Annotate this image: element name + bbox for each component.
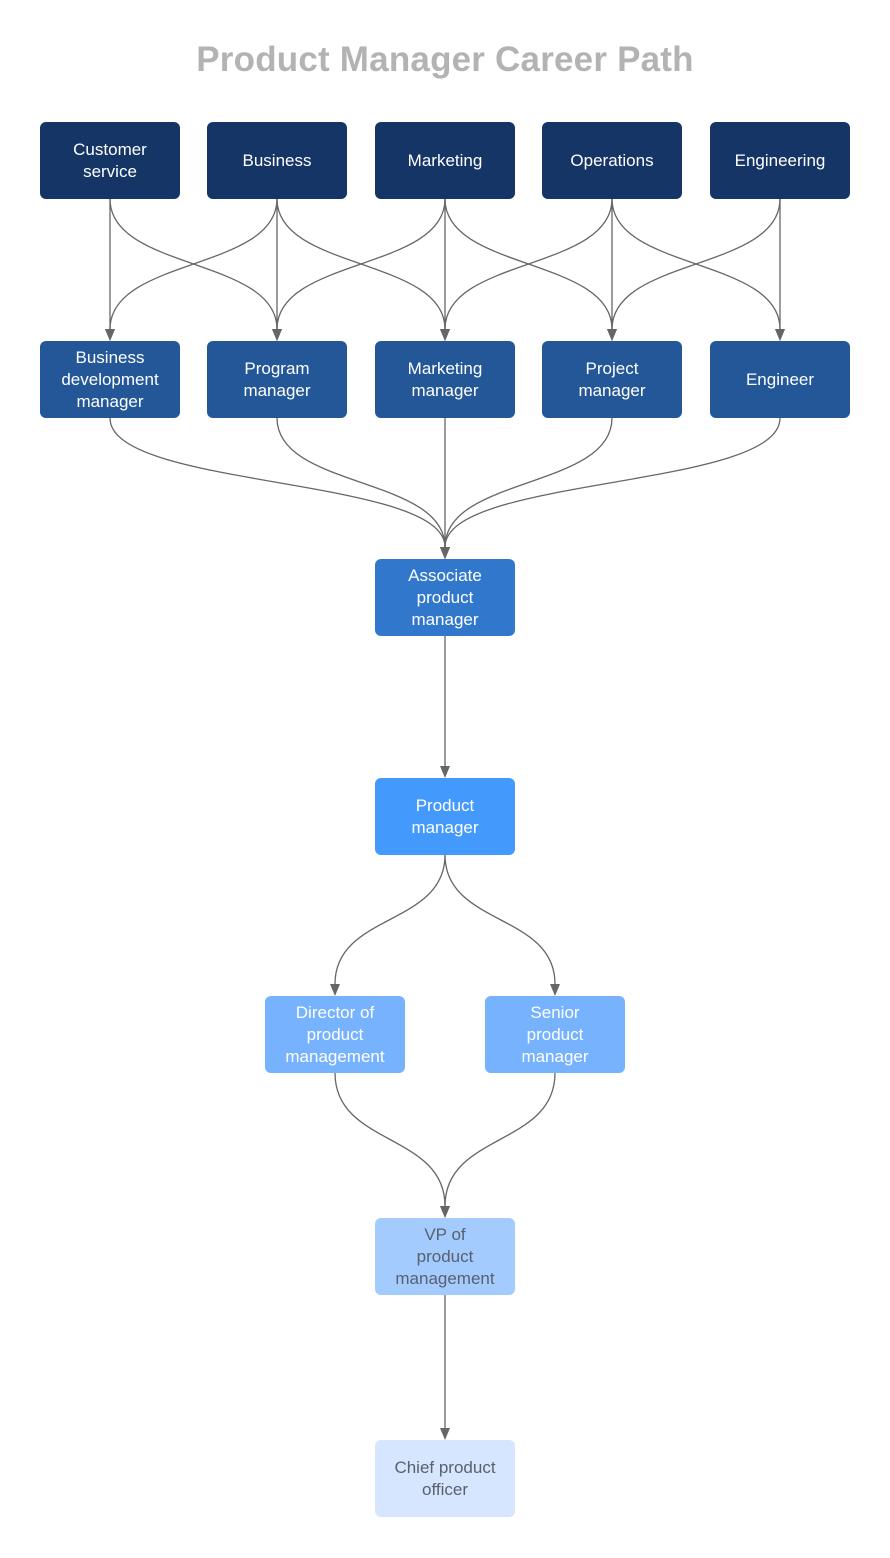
connector-business-development-manager-to-associate-product-manager (109, 417, 446, 548)
node-director-of-product-management[interactable]: Director of product management (265, 996, 405, 1073)
arrowhead-icon (440, 766, 450, 778)
arrowhead-icon (330, 984, 340, 996)
node-label: Project manager (578, 358, 646, 400)
node-marketing[interactable]: Marketing (375, 122, 515, 199)
node-label: Engineering (734, 150, 826, 170)
node-label: VP of product management (395, 1224, 495, 1288)
connector-business-to-business-development-manager (109, 198, 278, 330)
arrowhead-icon (272, 329, 282, 341)
connector-senior-product-manager-to-vp-of-product-management (444, 1072, 556, 1207)
node-associate-product-manager[interactable]: Associate product manager (375, 559, 515, 636)
node-chief-product-officer[interactable]: Chief product officer (375, 1440, 515, 1517)
node-label: Chief product officer (394, 1457, 496, 1499)
connector-product-manager-to-director-of-product-management (334, 854, 446, 985)
connector-project-manager-to-associate-product-manager (444, 417, 613, 548)
node-business-development-manager[interactable]: Business development manager (40, 341, 180, 418)
arrowhead-icon (440, 329, 450, 341)
connector-operations-to-marketing-manager (444, 198, 613, 330)
node-label: Product manager (411, 795, 479, 837)
node-label: Program manager (243, 358, 311, 400)
node-project-manager[interactable]: Project manager (542, 341, 682, 418)
connector-engineer-to-associate-product-manager (444, 417, 781, 548)
node-engineer[interactable]: Engineer (710, 341, 850, 418)
node-label: Senior product manager (521, 1002, 589, 1066)
node-senior-product-manager[interactable]: Senior product manager (485, 996, 625, 1073)
arrowhead-icon (550, 984, 560, 996)
node-engineering[interactable]: Engineering (710, 122, 850, 199)
node-label: Marketing (407, 150, 483, 170)
node-label: Operations (570, 150, 654, 170)
connector-program-manager-to-associate-product-manager (276, 417, 446, 548)
node-label: Business development manager (61, 347, 159, 411)
connector-engineering-to-project-manager (611, 198, 781, 330)
node-operations[interactable]: Operations (542, 122, 682, 199)
arrowhead-icon (440, 1206, 450, 1218)
node-label: Engineer (745, 369, 815, 389)
node-vp-of-product-management[interactable]: VP of product management (375, 1218, 515, 1295)
node-label: Marketing manager (407, 358, 483, 400)
node-label: Business (242, 150, 312, 170)
node-program-manager[interactable]: Program manager (207, 341, 347, 418)
node-business[interactable]: Business (207, 122, 347, 199)
node-customer-service[interactable]: Customer service (40, 122, 180, 199)
node-marketing-manager[interactable]: Marketing manager (375, 341, 515, 418)
arrowhead-icon (775, 329, 785, 341)
node-label: Director of product management (285, 1002, 385, 1066)
connector-marketing-to-program-manager (276, 198, 446, 330)
arrowhead-icon (440, 1428, 450, 1440)
node-label: Associate product manager (408, 565, 482, 629)
connector-director-of-product-management-to-vp-of-product-management (334, 1072, 446, 1207)
node-product-manager[interactable]: Product manager (375, 778, 515, 855)
connector-product-manager-to-senior-product-manager (444, 854, 556, 985)
arrowhead-icon (607, 329, 617, 341)
arrowhead-icon (440, 547, 450, 559)
arrowhead-icon (105, 329, 115, 341)
node-label: Customer service (73, 139, 147, 181)
